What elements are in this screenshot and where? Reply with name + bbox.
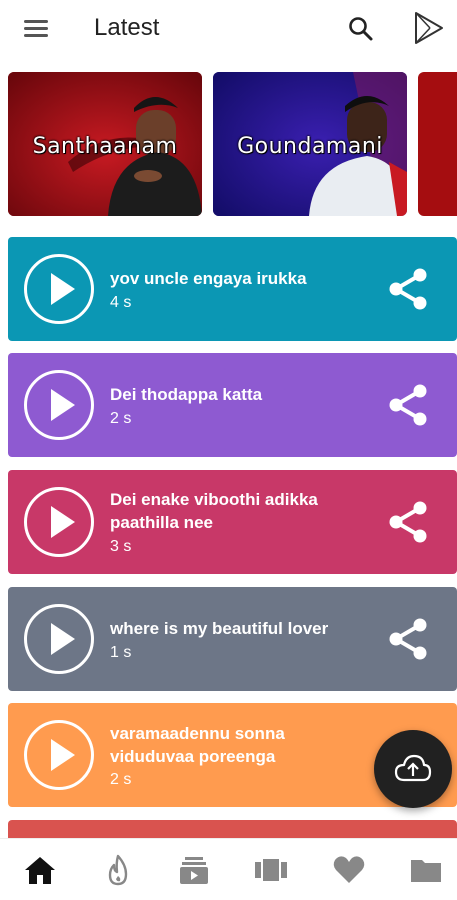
bottom-nav	[0, 838, 457, 900]
sound-title: yov uncle engaya irukka	[110, 269, 307, 288]
category-label: Santhaanam	[32, 134, 178, 159]
sound-item[interactable]	[8, 820, 457, 840]
cloud-upload-icon	[394, 754, 432, 782]
sound-item[interactable]: where is my beautiful lover 1 s	[8, 587, 457, 691]
play-icon	[51, 506, 75, 538]
sound-item[interactable]: Dei enake viboothi adikka paathilla nee …	[8, 470, 457, 574]
fire-icon	[108, 854, 128, 886]
folder-icon	[411, 860, 441, 882]
play-icon	[51, 739, 75, 771]
category-label: Goundamani	[237, 134, 383, 159]
nav-trending[interactable]	[100, 853, 136, 887]
home-icon	[25, 857, 55, 884]
page-title: Latest	[94, 14, 160, 41]
play-button[interactable]	[24, 487, 94, 557]
sound-title: varamaadennu sonna viduduvaa poreenga	[110, 724, 285, 766]
search-icon[interactable]	[344, 12, 378, 46]
sound-duration: 4 s	[110, 294, 132, 311]
nav-home[interactable]	[22, 853, 58, 887]
play-button[interactable]	[24, 254, 94, 324]
sound-item[interactable]: Dei thodappa katta 2 s	[8, 353, 457, 457]
share-icon[interactable]	[384, 381, 432, 429]
sound-duration: 2 s	[110, 771, 132, 788]
app-bar: Latest	[0, 0, 457, 58]
upload-button[interactable]	[374, 730, 452, 808]
sound-duration: 3 s	[110, 538, 132, 555]
sound-title: where is my beautiful lover	[110, 619, 329, 638]
share-icon[interactable]	[384, 615, 432, 663]
play-icon	[51, 273, 75, 305]
sound-title: Dei enake viboothi adikka paathilla nee	[110, 490, 318, 532]
sound-duration: 1 s	[110, 644, 132, 661]
share-icon[interactable]	[384, 265, 432, 313]
play-button[interactable]	[24, 604, 94, 674]
sound-duration: 2 s	[110, 410, 132, 427]
category-card-santhaanam[interactable]: Santhaanam	[8, 72, 202, 216]
sound-item[interactable]: yov uncle engaya irukka 4 s	[8, 237, 457, 341]
category-card-goundamani[interactable]: Goundamani	[213, 72, 407, 216]
nav-folder[interactable]	[408, 853, 444, 887]
play-store-icon[interactable]	[408, 8, 448, 48]
play-button[interactable]	[24, 720, 94, 790]
nav-favorites[interactable]	[331, 853, 367, 887]
category-card-partial[interactable]	[418, 72, 457, 216]
heart-icon	[333, 856, 365, 883]
play-icon	[51, 389, 75, 421]
nav-carousel[interactable]	[253, 853, 289, 887]
category-carousel[interactable]: Santhaanam Goundamani	[0, 70, 457, 220]
playlist-icon	[180, 857, 208, 884]
carousel-icon	[255, 859, 287, 881]
play-icon	[51, 623, 75, 655]
nav-playlist[interactable]	[176, 853, 212, 887]
share-icon[interactable]	[384, 498, 432, 546]
menu-icon[interactable]	[20, 14, 54, 44]
sound-title: Dei thodappa katta	[110, 385, 263, 404]
play-button[interactable]	[24, 370, 94, 440]
